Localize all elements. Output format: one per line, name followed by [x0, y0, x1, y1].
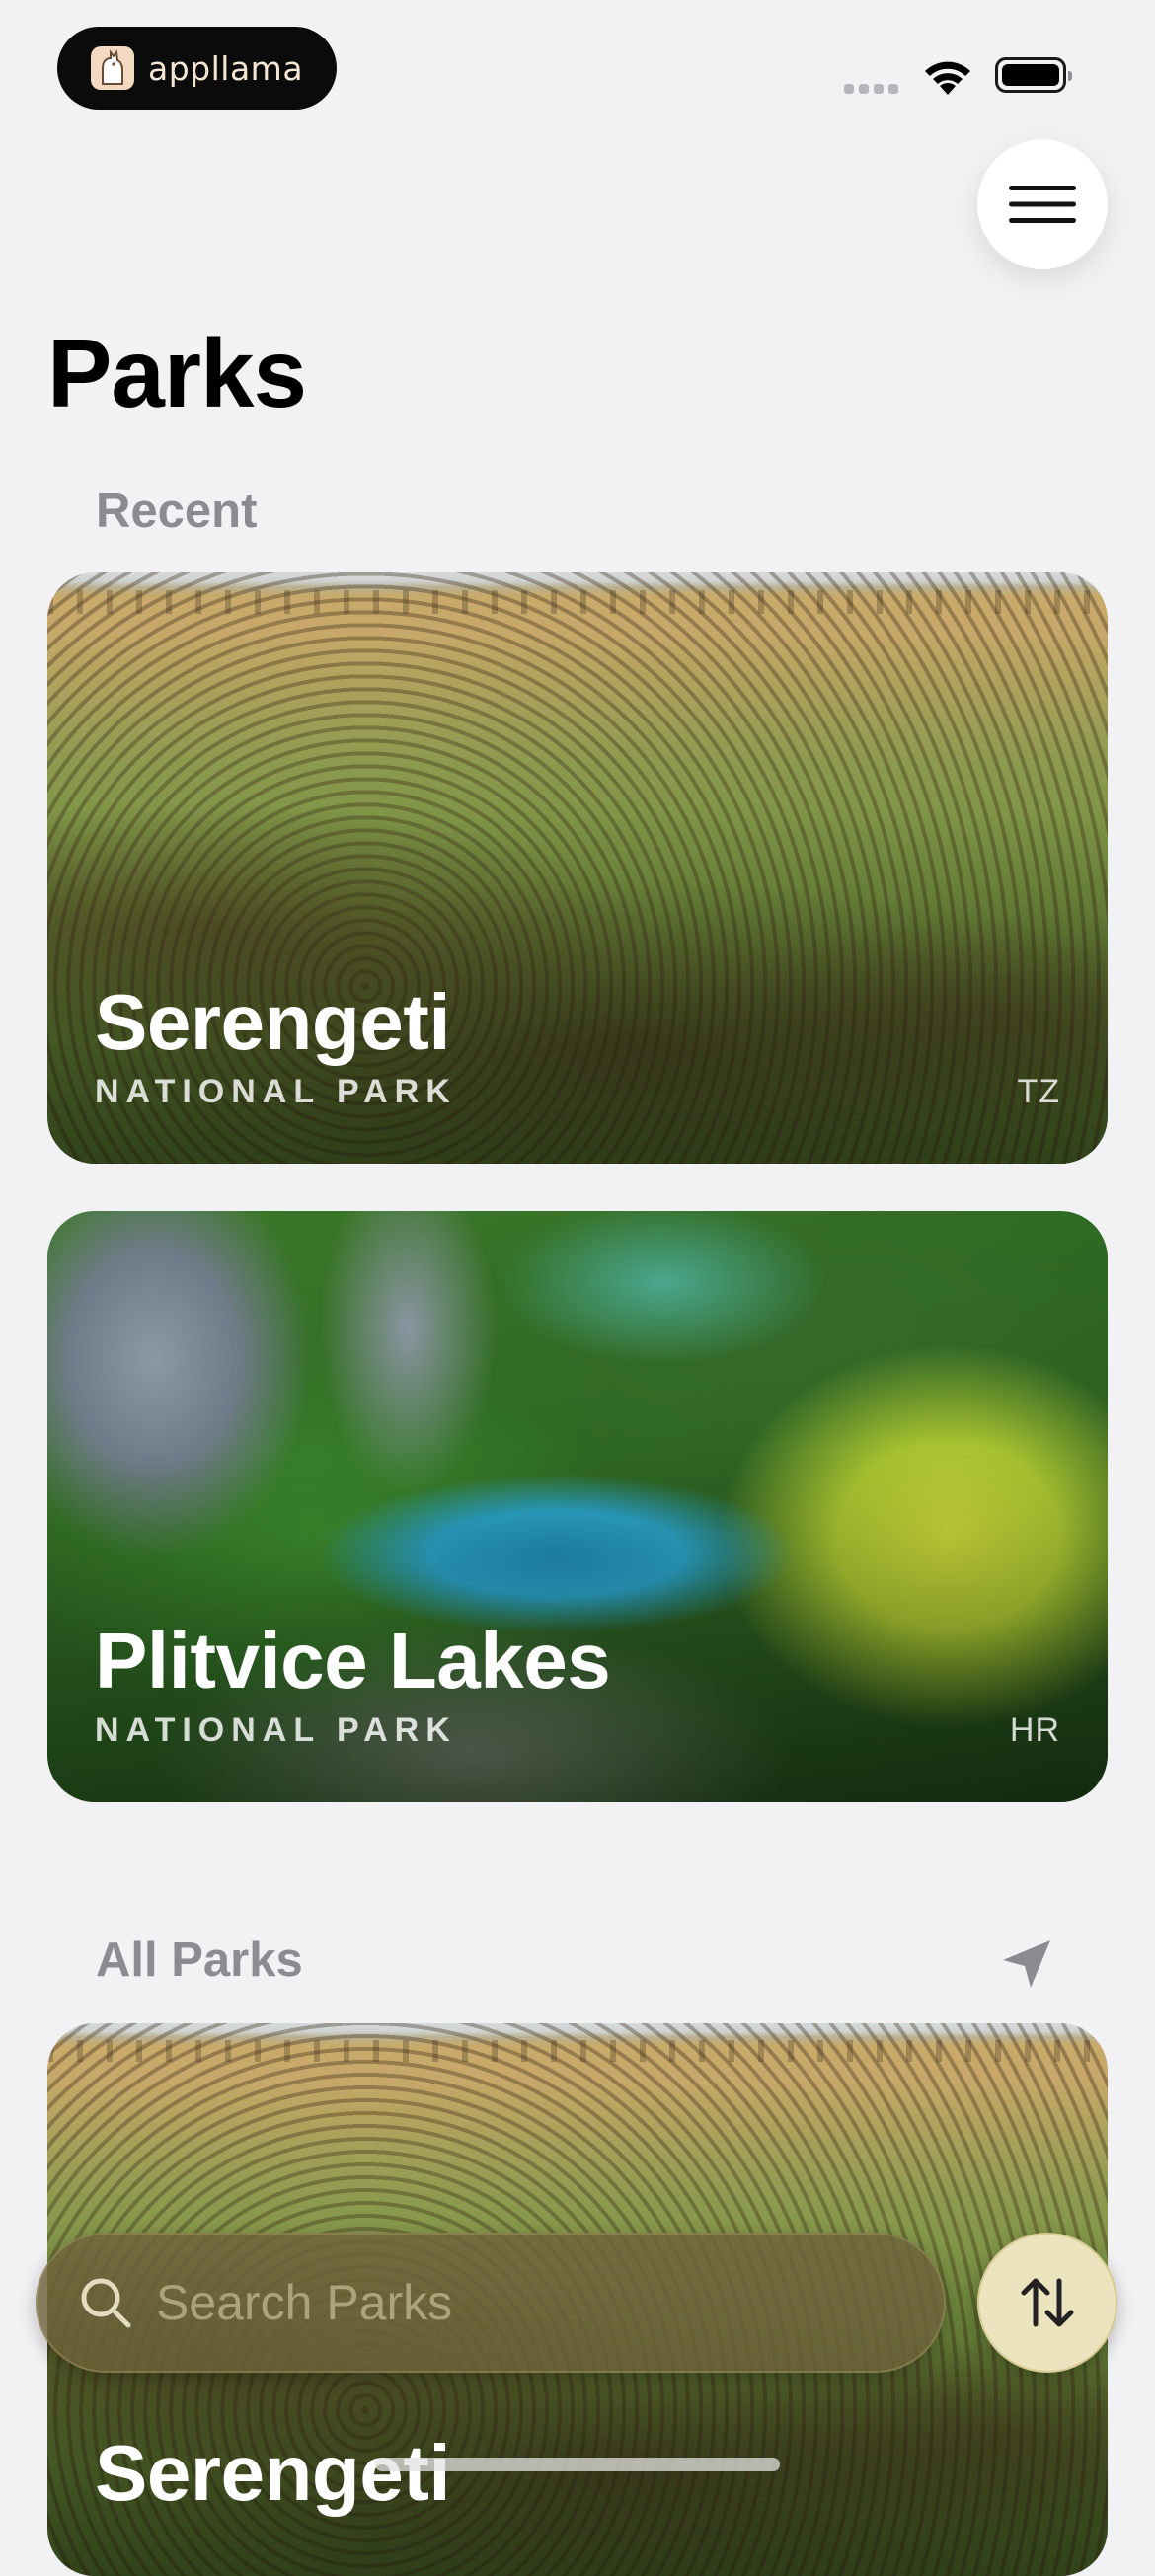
- menu-button[interactable]: [977, 139, 1108, 269]
- battery-icon: [995, 57, 1072, 93]
- park-type: NATIONAL PARK: [95, 1711, 457, 1749]
- park-card-serengeti[interactable]: Serengeti NATIONAL PARK TZ: [47, 572, 1108, 1164]
- search-bar[interactable]: [36, 2233, 946, 2373]
- cellular-signal-icon: [844, 84, 898, 94]
- park-card-plitvice-lakes[interactable]: Plitvice Lakes NATIONAL PARK HR: [47, 1211, 1108, 1802]
- hamburger-menu-icon: [1009, 186, 1076, 223]
- park-country: HR: [1009, 1711, 1060, 1749]
- location-arrow-icon[interactable]: [999, 1936, 1054, 1992]
- park-name: Serengeti: [95, 978, 451, 1066]
- park-name: Serengeti: [95, 2429, 451, 2517]
- park-type: NATIONAL PARK: [95, 1073, 457, 1110]
- home-indicator[interactable]: [375, 2458, 780, 2471]
- page-title: Parks: [47, 319, 307, 427]
- llama-logo-icon: [91, 46, 134, 90]
- park-country: TZ: [1017, 1073, 1060, 1110]
- search-input[interactable]: [154, 2273, 908, 2332]
- all-parks-section-label: All Parks: [96, 1933, 303, 1987]
- wifi-icon: [925, 61, 970, 95]
- app-name: appllama: [148, 48, 304, 88]
- app-badge: appllama: [57, 27, 337, 110]
- park-name: Plitvice Lakes: [95, 1617, 611, 1705]
- sort-button[interactable]: [977, 2233, 1117, 2373]
- magnifier-icon: [81, 2278, 131, 2328]
- up-down-arrows-icon: [1021, 2278, 1074, 2327]
- recent-section-label: Recent: [96, 485, 258, 538]
